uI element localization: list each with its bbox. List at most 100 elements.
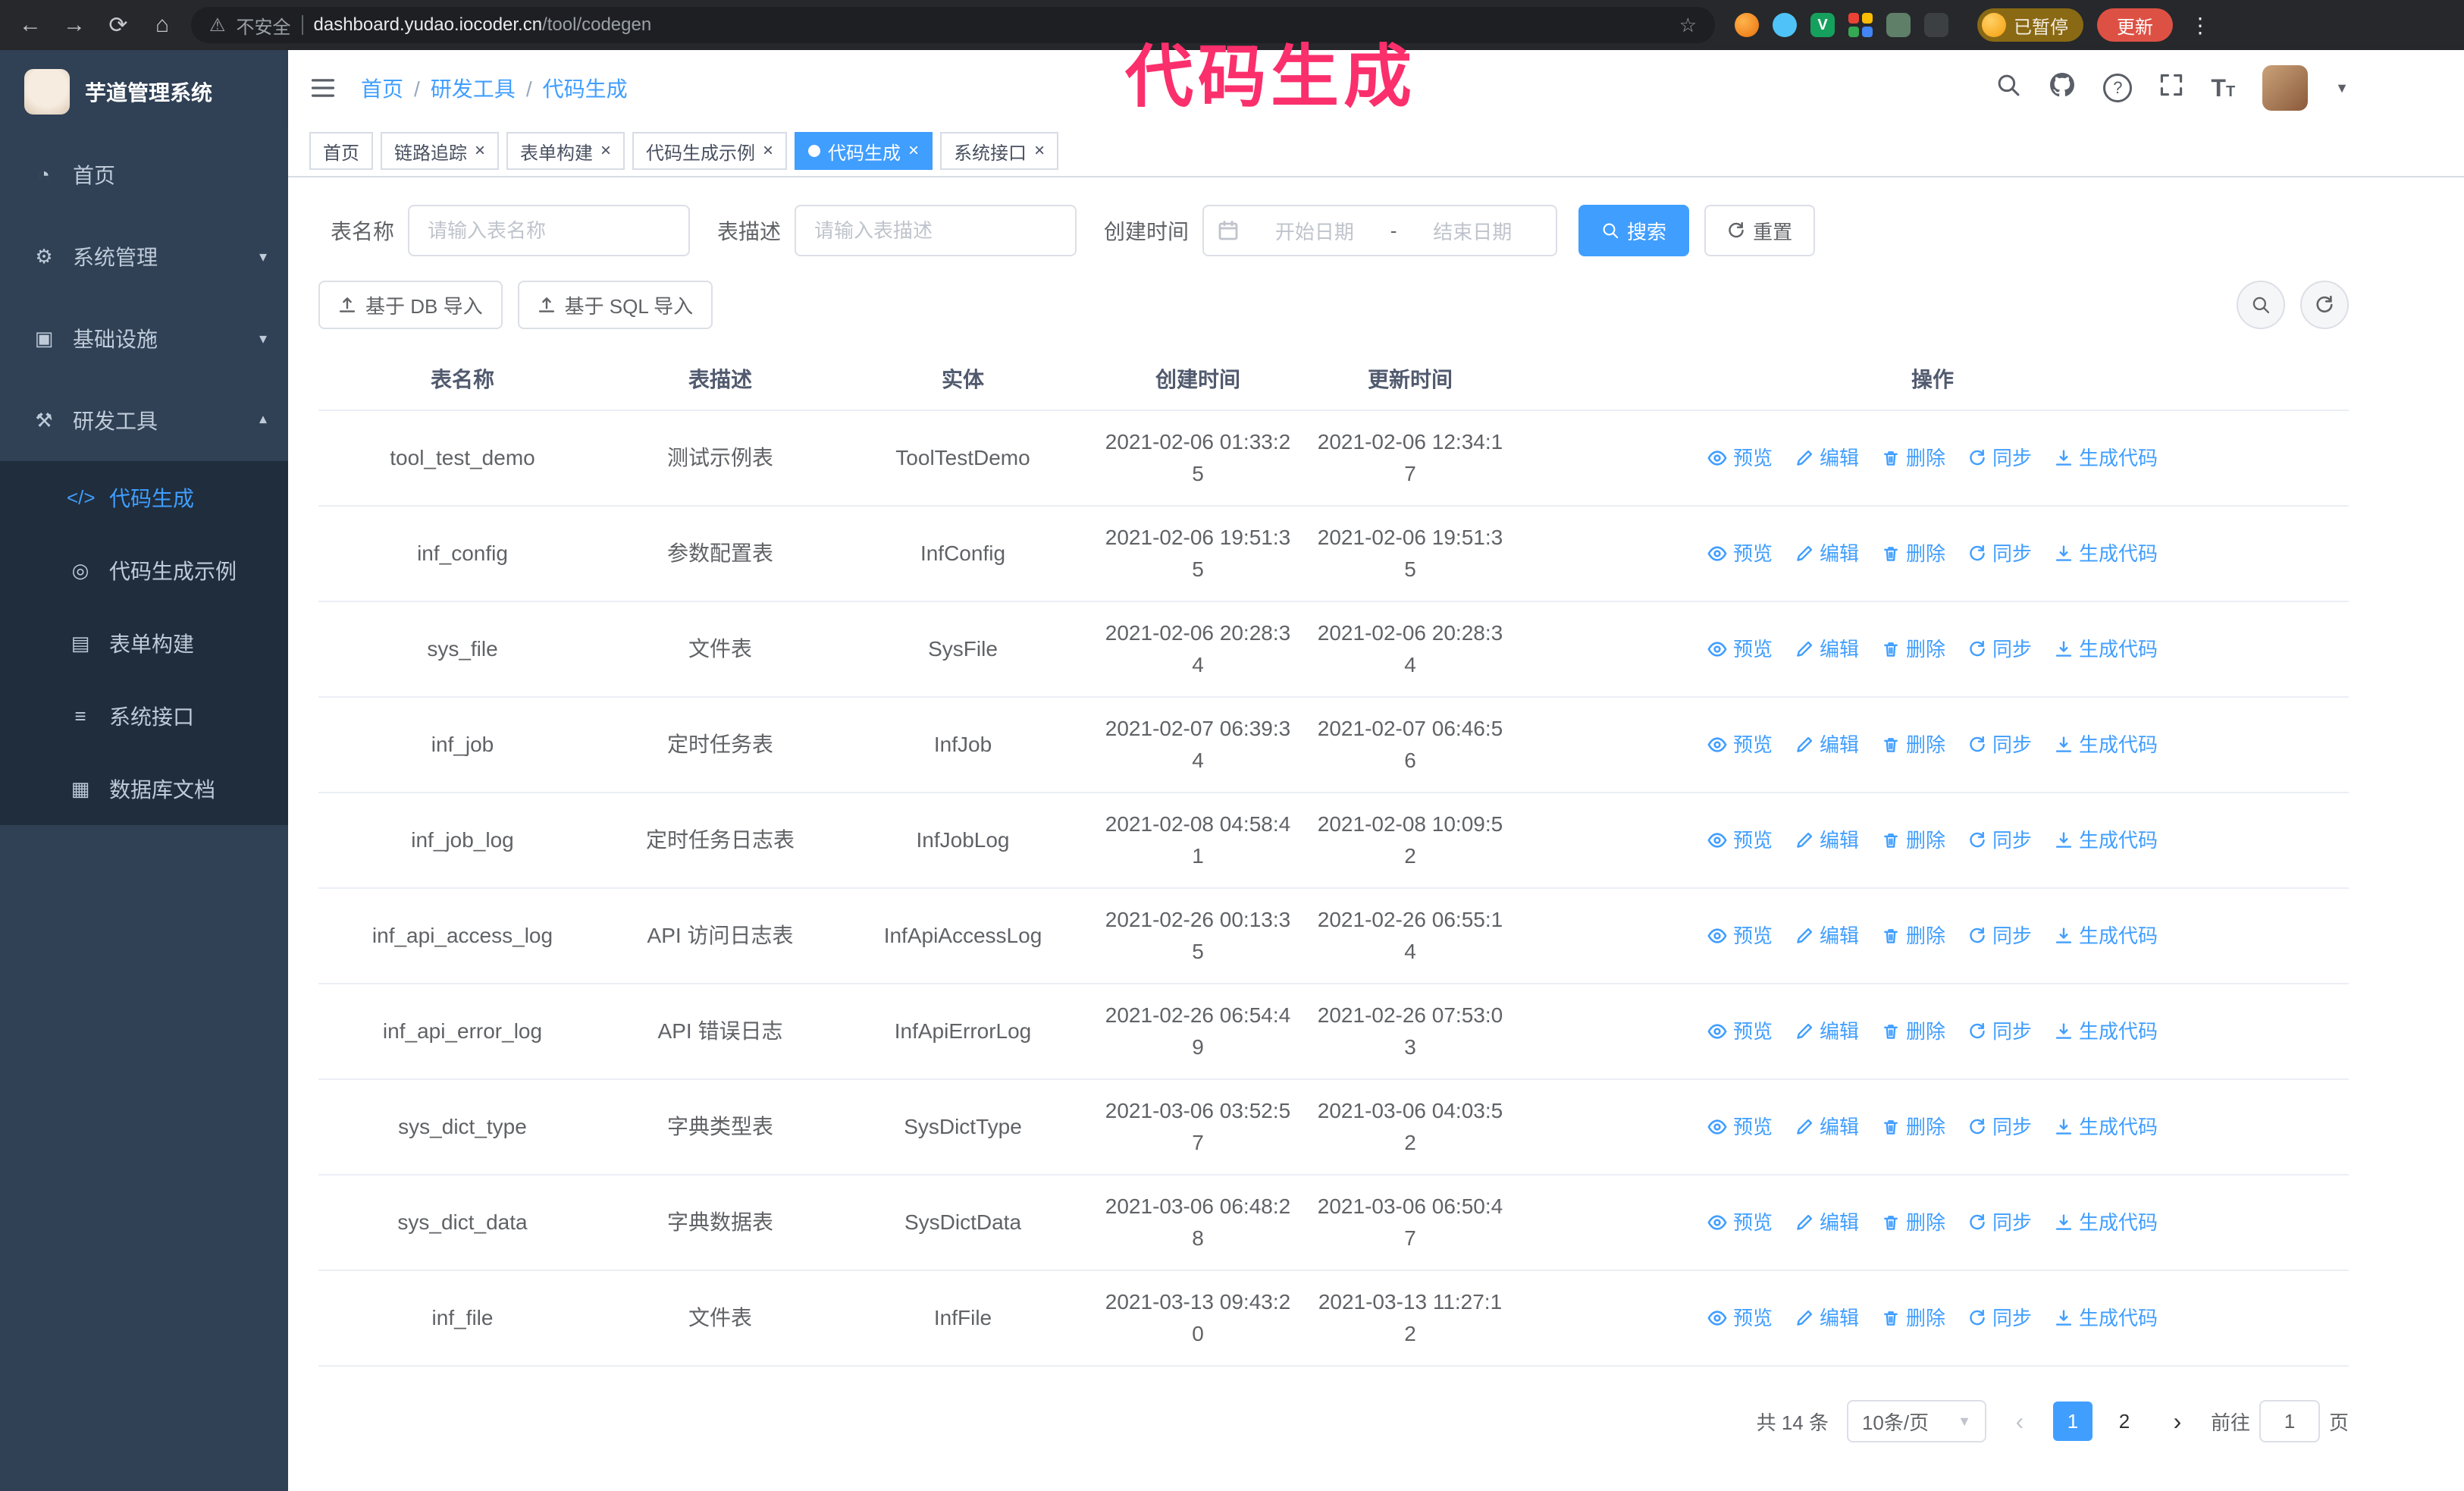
page-number-button[interactable]: 2 xyxy=(2105,1402,2144,1441)
generate-code-link[interactable]: 生成代码 xyxy=(2055,1015,2158,1047)
tab[interactable]: 代码生成示例 × xyxy=(632,132,788,170)
puzzle-extension-icon[interactable] xyxy=(1924,13,1948,37)
table-name-input[interactable] xyxy=(408,205,691,256)
page-number-button[interactable]: 1 xyxy=(2052,1402,2093,1441)
search-button[interactable]: 搜索 xyxy=(1578,205,1690,256)
drop-extension-icon[interactable] xyxy=(1773,13,1797,37)
fox-extension-icon[interactable] xyxy=(1735,13,1759,37)
preview-link[interactable]: 预览 xyxy=(1707,1111,1773,1143)
fullscreen-icon[interactable] xyxy=(2159,73,2183,103)
grid-extension-icon[interactable] xyxy=(1848,13,1873,37)
generate-code-link[interactable]: 生成代码 xyxy=(2055,920,2158,952)
tab[interactable]: 首页 × xyxy=(309,132,373,170)
delete-link[interactable]: 删除 xyxy=(1882,729,1945,761)
sync-link[interactable]: 同步 xyxy=(1968,1015,2032,1047)
search-icon[interactable] xyxy=(1995,72,2021,104)
preview-link[interactable]: 预览 xyxy=(1707,442,1773,474)
delete-link[interactable]: 删除 xyxy=(1882,824,1945,856)
edit-link[interactable]: 编辑 xyxy=(1795,729,1859,761)
delete-link[interactable]: 删除 xyxy=(1882,1015,1945,1047)
end-date-placeholder[interactable]: 结束日期 xyxy=(1403,217,1542,245)
tab-close-icon[interactable]: × xyxy=(475,142,485,160)
tab-close-icon[interactable]: × xyxy=(1034,142,1045,160)
delete-link[interactable]: 删除 xyxy=(1882,633,1945,665)
preview-link[interactable]: 预览 xyxy=(1707,824,1773,856)
sidebar-item-form-builder[interactable]: ▤ 表单构建 xyxy=(0,607,288,680)
browser-update-button[interactable]: 更新 xyxy=(2097,8,2173,42)
edit-link[interactable]: 编辑 xyxy=(1795,1302,1859,1334)
tab-close-icon[interactable]: × xyxy=(908,142,919,160)
edit-link[interactable]: 编辑 xyxy=(1795,1015,1859,1047)
logo-row[interactable]: 芋道管理系统 xyxy=(0,50,288,133)
generate-code-link[interactable]: 生成代码 xyxy=(2055,1302,2158,1334)
page-size-select[interactable]: 10条/页 ▼ xyxy=(1846,1400,1986,1442)
refresh-table-button[interactable] xyxy=(2300,281,2349,329)
edit-link[interactable]: 编辑 xyxy=(1795,442,1859,474)
edit-link[interactable]: 编辑 xyxy=(1795,1207,1859,1238)
font-size-icon[interactable]: TT xyxy=(2211,74,2235,102)
sidebar-item-infra[interactable]: ▣ 基础设施 ▾ xyxy=(0,297,288,379)
sync-link[interactable]: 同步 xyxy=(1968,824,2032,856)
address-bar[interactable]: ⚠ 不安全 dashboard.yudao.iocoder.cn/tool/co… xyxy=(191,7,1715,43)
sync-link[interactable]: 同步 xyxy=(1968,1111,2032,1143)
tab[interactable]: 代码生成 × xyxy=(795,132,933,170)
generate-code-link[interactable]: 生成代码 xyxy=(2055,729,2158,761)
preview-link[interactable]: 预览 xyxy=(1707,920,1773,952)
green-extension-icon[interactable] xyxy=(1886,13,1911,37)
breadcrumb-label[interactable]: 首页 xyxy=(361,77,403,101)
home-icon[interactable]: ⌂ xyxy=(147,12,177,38)
tab-close-icon[interactable]: × xyxy=(763,142,773,160)
breadcrumb-label[interactable]: 代码生成 xyxy=(543,77,628,101)
tab[interactable]: 链路追踪 × xyxy=(381,132,500,170)
generate-code-link[interactable]: 生成代码 xyxy=(2055,633,2158,665)
date-range-picker[interactable]: 开始日期 - 结束日期 xyxy=(1202,205,1558,256)
browser-menu-icon[interactable]: ⋮ xyxy=(2190,13,2211,38)
reload-icon[interactable]: ⟳ xyxy=(103,12,133,39)
toggle-search-button[interactable] xyxy=(2237,281,2285,329)
profile-paused-badge[interactable]: 已暂停 xyxy=(1977,8,2083,42)
avatar[interactable] xyxy=(2262,65,2309,111)
generate-code-link[interactable]: 生成代码 xyxy=(2055,824,2158,856)
generate-code-link[interactable]: 生成代码 xyxy=(2055,1111,2158,1143)
bookmark-star-icon[interactable]: ☆ xyxy=(1679,14,1697,37)
edit-link[interactable]: 编辑 xyxy=(1795,1111,1859,1143)
generate-code-link[interactable]: 生成代码 xyxy=(2055,442,2158,474)
delete-link[interactable]: 删除 xyxy=(1882,920,1945,952)
tab-close-icon[interactable]: × xyxy=(600,142,611,160)
breadcrumb-item[interactable]: 代码生成/ xyxy=(543,73,628,103)
reset-button[interactable]: 重置 xyxy=(1704,205,1816,256)
sync-link[interactable]: 同步 xyxy=(1968,1302,2032,1334)
edit-link[interactable]: 编辑 xyxy=(1795,824,1859,856)
sync-link[interactable]: 同步 xyxy=(1968,633,2032,665)
delete-link[interactable]: 删除 xyxy=(1882,1302,1945,1334)
import-sql-button[interactable]: 基于 SQL 导入 xyxy=(517,281,713,329)
delete-link[interactable]: 删除 xyxy=(1882,538,1945,570)
preview-link[interactable]: 预览 xyxy=(1707,729,1773,761)
tab[interactable]: 系统接口 × xyxy=(940,132,1059,170)
sidebar-item-home[interactable]: ◔ 首页 xyxy=(0,133,288,215)
hamburger-icon[interactable] xyxy=(309,74,337,102)
sync-link[interactable]: 同步 xyxy=(1968,1207,2032,1238)
vue-devtools-extension-icon[interactable]: V xyxy=(1810,13,1835,37)
next-page-icon[interactable]: › xyxy=(2162,1408,2193,1436)
tab[interactable]: 表单构建 × xyxy=(506,132,625,170)
preview-link[interactable]: 预览 xyxy=(1707,1302,1773,1334)
forward-icon[interactable]: → xyxy=(59,12,89,38)
preview-link[interactable]: 预览 xyxy=(1707,1207,1773,1238)
sidebar-item-devtools[interactable]: ⚒ 研发工具 ▾ xyxy=(0,379,288,461)
delete-link[interactable]: 删除 xyxy=(1882,1111,1945,1143)
sync-link[interactable]: 同步 xyxy=(1968,920,2032,952)
sync-link[interactable]: 同步 xyxy=(1968,538,2032,570)
prev-page-icon[interactable]: ‹ xyxy=(2005,1408,2035,1436)
sidebar-item-codegen[interactable]: </> 代码生成 xyxy=(0,461,288,534)
delete-link[interactable]: 删除 xyxy=(1882,442,1945,474)
breadcrumb-item[interactable]: 研发工具 / xyxy=(431,73,543,103)
sync-link[interactable]: 同步 xyxy=(1968,442,2032,474)
import-db-button[interactable]: 基于 DB 导入 xyxy=(318,281,503,329)
breadcrumb-item[interactable]: 首页 / xyxy=(361,73,431,103)
help-icon[interactable]: ? xyxy=(2103,74,2133,102)
preview-link[interactable]: 预览 xyxy=(1707,538,1773,570)
sidebar-item-system[interactable]: ⚙ 系统管理 ▾ xyxy=(0,215,288,297)
delete-link[interactable]: 删除 xyxy=(1882,1207,1945,1238)
github-icon[interactable] xyxy=(2049,71,2076,105)
